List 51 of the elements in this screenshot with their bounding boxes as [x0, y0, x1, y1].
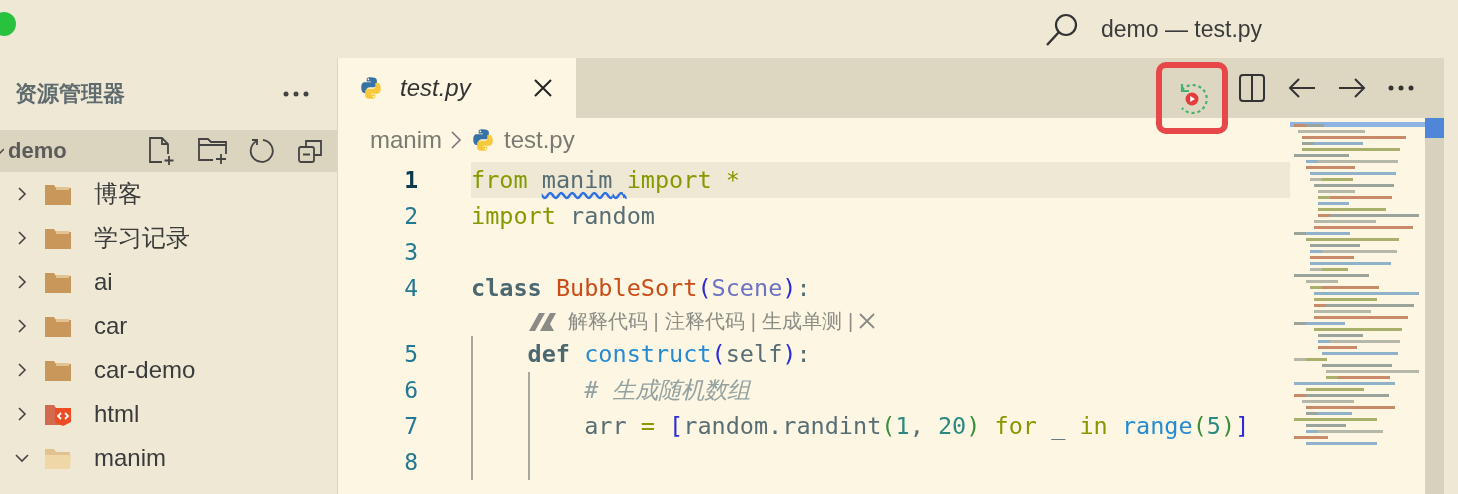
tree-item[interactable]: 博客: [0, 172, 337, 216]
folder-row[interactable]: demo: [0, 130, 337, 172]
line-number: 5: [403, 341, 418, 367]
code-line: import random: [471, 201, 656, 232]
breadcrumb-item[interactable]: manim: [370, 126, 442, 154]
forward-arrow-icon[interactable]: [1338, 77, 1366, 99]
tree-item[interactable]: car: [0, 304, 337, 348]
separator: |: [653, 309, 659, 333]
split-editor-icon[interactable]: [1238, 73, 1266, 103]
refresh-icon[interactable]: [249, 137, 277, 165]
editor-tab[interactable]: test.py: [338, 58, 576, 118]
chevron-right-icon: [450, 131, 462, 149]
line-number: 3: [403, 239, 418, 265]
code-line: # 生成随机数组: [471, 372, 1290, 408]
back-arrow-icon[interactable]: [1288, 77, 1316, 99]
breadcrumb-item[interactable]: test.py: [504, 126, 575, 154]
open-folder-icon: [44, 446, 72, 470]
run-button[interactable]: [1156, 62, 1228, 134]
folder-icon: [44, 270, 72, 294]
collapse-all-icon[interactable]: [297, 138, 323, 164]
scrollbar-thumb[interactable]: [1425, 118, 1444, 138]
line-number: 6: [403, 377, 418, 403]
tree-item[interactable]: car-demo: [0, 348, 337, 392]
more-icon[interactable]: [283, 91, 309, 97]
line-number: 4: [403, 275, 418, 301]
python-file-icon: [470, 127, 496, 153]
python-file-icon: [358, 75, 384, 101]
separator: |: [750, 309, 756, 333]
code-line: class BubbleSort(Scene):: [471, 273, 812, 304]
folder-icon: [44, 314, 72, 338]
close-icon[interactable]: [534, 79, 552, 97]
window-title: demo — test.py: [1101, 15, 1263, 43]
tree-item[interactable]: manim: [0, 436, 337, 480]
tree-item[interactable]: 学习记录: [0, 216, 337, 260]
tree-item[interactable]: html: [0, 392, 337, 436]
separator: |: [848, 309, 854, 333]
folder-icon: [44, 358, 72, 382]
sidebar-title: 资源管理器: [15, 80, 125, 108]
new-folder-icon[interactable]: [197, 136, 229, 166]
code-line: arr = [random.randint(1, 20) for _ in range(5)]: [471, 408, 1290, 444]
line-number: 8: [403, 449, 418, 475]
folder-icon: [44, 226, 72, 250]
line-number: 2: [403, 203, 418, 229]
more-icon[interactable]: [1388, 85, 1414, 91]
line-number: 1: [403, 167, 418, 193]
line-number: 7: [403, 413, 418, 439]
search-icon[interactable]: [1045, 12, 1079, 46]
new-file-icon[interactable]: [147, 136, 177, 166]
code-line: def construct(self):: [471, 336, 1290, 372]
folder-icon: [44, 182, 72, 206]
tree-item[interactable]: ai: [0, 260, 337, 304]
